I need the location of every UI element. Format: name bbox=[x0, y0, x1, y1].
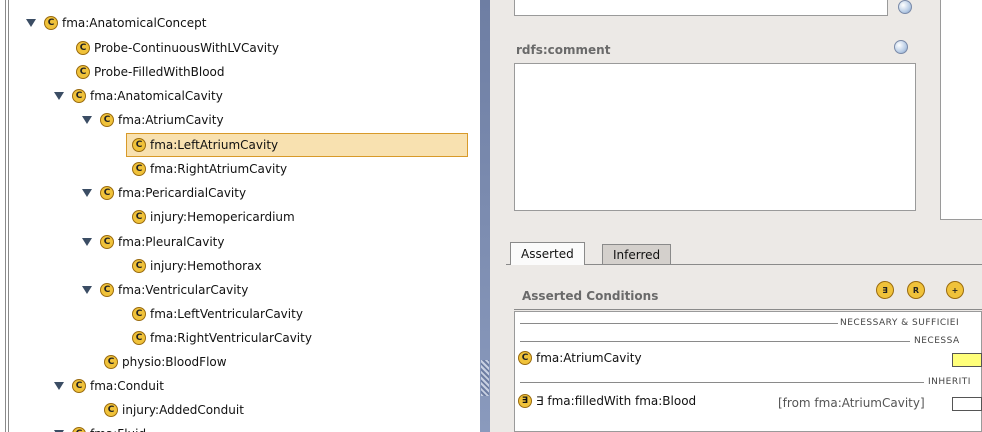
section-line bbox=[520, 382, 924, 383]
tree-node-label: injury:Hemopericardium bbox=[150, 210, 295, 224]
tree-node-left-ventricular-cavity[interactable]: C fma:LeftVentricularCavity bbox=[132, 304, 303, 324]
conditions-table bbox=[514, 311, 982, 432]
tree-node-label: fma:RightAtriumCavity bbox=[150, 162, 288, 176]
class-icon: C bbox=[132, 138, 146, 152]
asserted-conditions-title: Asserted Conditions bbox=[522, 289, 659, 303]
class-icon: C bbox=[132, 162, 146, 176]
tree-node-anatomical-concept[interactable]: C fma:AnatomicalConcept bbox=[26, 13, 206, 33]
create-restriction-icon[interactable]: ∃ bbox=[876, 281, 894, 299]
class-icon: C bbox=[76, 65, 90, 79]
tree-node-label: Probe-ContinuousWithLVCavity bbox=[94, 41, 279, 55]
expand-arrow-icon[interactable] bbox=[82, 286, 92, 294]
tree-node-label: fma:AnatomicalCavity bbox=[90, 89, 223, 103]
annotation-field[interactable] bbox=[514, 0, 888, 16]
comment-add-icon[interactable] bbox=[894, 40, 908, 54]
tree-node-label: fma:RightVentricularCavity bbox=[150, 331, 312, 345]
tree-node-pleural-cavity[interactable]: C fma:PleuralCavity bbox=[82, 232, 224, 252]
expand-arrow-icon[interactable] bbox=[82, 189, 92, 197]
tree-node-hemothorax[interactable]: C injury:Hemothorax bbox=[132, 256, 262, 276]
tree-node-right-atrium-cavity[interactable]: C fma:RightAtriumCavity bbox=[132, 159, 287, 179]
tree-node-label: physio:BloodFlow bbox=[122, 355, 227, 369]
class-icon: C bbox=[104, 403, 118, 417]
tree-node-left-atrium-cavity[interactable]: C fma:LeftAtriumCavity bbox=[132, 135, 278, 155]
inherited-from-label: [from fma:AtriumCavity] bbox=[778, 396, 925, 410]
class-icon: C bbox=[100, 113, 114, 127]
tree-node-label: fma:PleuralCavity bbox=[118, 235, 225, 249]
annotation-add-icon[interactable] bbox=[898, 0, 912, 14]
class-icon: C bbox=[518, 351, 532, 365]
condition-toggle-button[interactable] bbox=[952, 353, 982, 367]
condition-row-atrium-cavity[interactable]: C fma:AtriumCavity bbox=[518, 351, 642, 365]
class-icon: C bbox=[100, 186, 114, 200]
tree-border-line bbox=[8, 0, 9, 432]
tree-node-probe-continuous[interactable]: C Probe-ContinuousWithLVCavity bbox=[76, 38, 279, 58]
class-icon: C bbox=[104, 355, 118, 369]
class-hierarchy-tree: C fma:AnatomicalConcept C Probe-Continuo… bbox=[0, 0, 480, 432]
conditions-divider bbox=[514, 309, 982, 310]
class-icon: C bbox=[44, 16, 58, 30]
section-header-inherited: INHERITI bbox=[928, 377, 971, 387]
tree-node-atrium-cavity[interactable]: C fma:AtriumCavity bbox=[82, 110, 224, 130]
tree-node-label: fma:AnatomicalConcept bbox=[62, 16, 207, 30]
tree-node-right-ventricular-cavity[interactable]: C fma:RightVentricularCavity bbox=[132, 328, 312, 348]
section-line bbox=[520, 341, 910, 342]
tree-node-label: injury:AddedConduit bbox=[122, 403, 244, 417]
condition-row-filled-with-blood[interactable]: ∃ ∃ fma:filledWith fma:Blood bbox=[518, 394, 696, 408]
tree-node-label: fma:LeftVentricularCavity bbox=[150, 307, 303, 321]
class-icon: C bbox=[76, 41, 90, 55]
divider-grip-icon[interactable] bbox=[481, 360, 489, 396]
class-icon: C bbox=[100, 283, 114, 297]
tree-node-label: fma:LeftAtriumCavity bbox=[150, 138, 279, 152]
expand-arrow-icon[interactable] bbox=[82, 116, 92, 124]
tab-label: Asserted bbox=[521, 247, 574, 261]
create-restriction-r-icon[interactable]: R bbox=[907, 281, 925, 299]
condition-label: ∃ fma:filledWith fma:Blood bbox=[536, 394, 697, 408]
class-icon: C bbox=[72, 379, 86, 393]
tree-node-ventricular-cavity[interactable]: C fma:VentricularCavity bbox=[82, 280, 248, 300]
expand-arrow-icon[interactable] bbox=[54, 92, 64, 100]
tab-label: Inferred bbox=[613, 248, 661, 262]
class-editor-panel: rdfs:comment Asserted Inferred Asserted … bbox=[490, 0, 982, 432]
expand-arrow-icon[interactable] bbox=[82, 238, 92, 246]
class-icon: C bbox=[72, 427, 86, 432]
tab-inferred[interactable]: Inferred bbox=[602, 244, 672, 264]
class-icon: C bbox=[132, 331, 146, 345]
tree-node-fluid[interactable]: C fma:Fluid bbox=[54, 424, 146, 432]
tree-node-conduit[interactable]: C fma:Conduit bbox=[54, 376, 164, 396]
existential-restriction-icon: ∃ bbox=[518, 394, 532, 408]
tree-node-label: fma:Conduit bbox=[90, 379, 164, 393]
tree-border-line bbox=[5, 0, 6, 432]
side-property-panel bbox=[940, 0, 982, 220]
section-header-necessary: NECESSA bbox=[914, 336, 960, 346]
comment-label: rdfs:comment bbox=[516, 43, 611, 57]
class-icon: C bbox=[72, 89, 86, 103]
section-header-necessary-sufficient: NECESSARY & SUFFICIEI bbox=[840, 318, 960, 328]
tree-node-label: fma:AtriumCavity bbox=[118, 113, 224, 127]
class-icon: C bbox=[132, 307, 146, 321]
condition-label: fma:AtriumCavity bbox=[536, 351, 642, 365]
expand-arrow-icon[interactable] bbox=[26, 19, 36, 27]
tree-node-pericardial-cavity[interactable]: C fma:PericardialCavity bbox=[82, 183, 246, 203]
tree-node-hemopericardium[interactable]: C injury:Hemopericardium bbox=[132, 207, 295, 227]
tree-node-blood-flow[interactable]: C physio:BloodFlow bbox=[104, 352, 227, 372]
tab-asserted[interactable]: Asserted bbox=[510, 242, 585, 265]
tree-node-label: fma:VentricularCavity bbox=[118, 283, 249, 297]
tree-node-label: fma:PericardialCavity bbox=[118, 186, 247, 200]
tree-node-anatomical-cavity[interactable]: C fma:AnatomicalCavity bbox=[54, 86, 223, 106]
tree-node-probe-filled[interactable]: C Probe-FilledWithBlood bbox=[76, 62, 225, 82]
class-icon: C bbox=[132, 259, 146, 273]
class-icon: C bbox=[132, 210, 146, 224]
tree-node-added-conduit[interactable]: C injury:AddedConduit bbox=[104, 400, 244, 420]
expand-arrow-icon[interactable] bbox=[54, 382, 64, 390]
tree-node-label: Probe-FilledWithBlood bbox=[94, 65, 225, 79]
class-icon: C bbox=[100, 235, 114, 249]
tree-node-label: fma:Fluid bbox=[90, 424, 146, 432]
inherited-toggle-button[interactable] bbox=[952, 397, 982, 411]
tree-node-label: injury:Hemothorax bbox=[150, 259, 262, 273]
add-class-icon[interactable]: + bbox=[946, 281, 964, 299]
section-line bbox=[520, 323, 838, 324]
comment-textarea[interactable] bbox=[514, 63, 916, 211]
